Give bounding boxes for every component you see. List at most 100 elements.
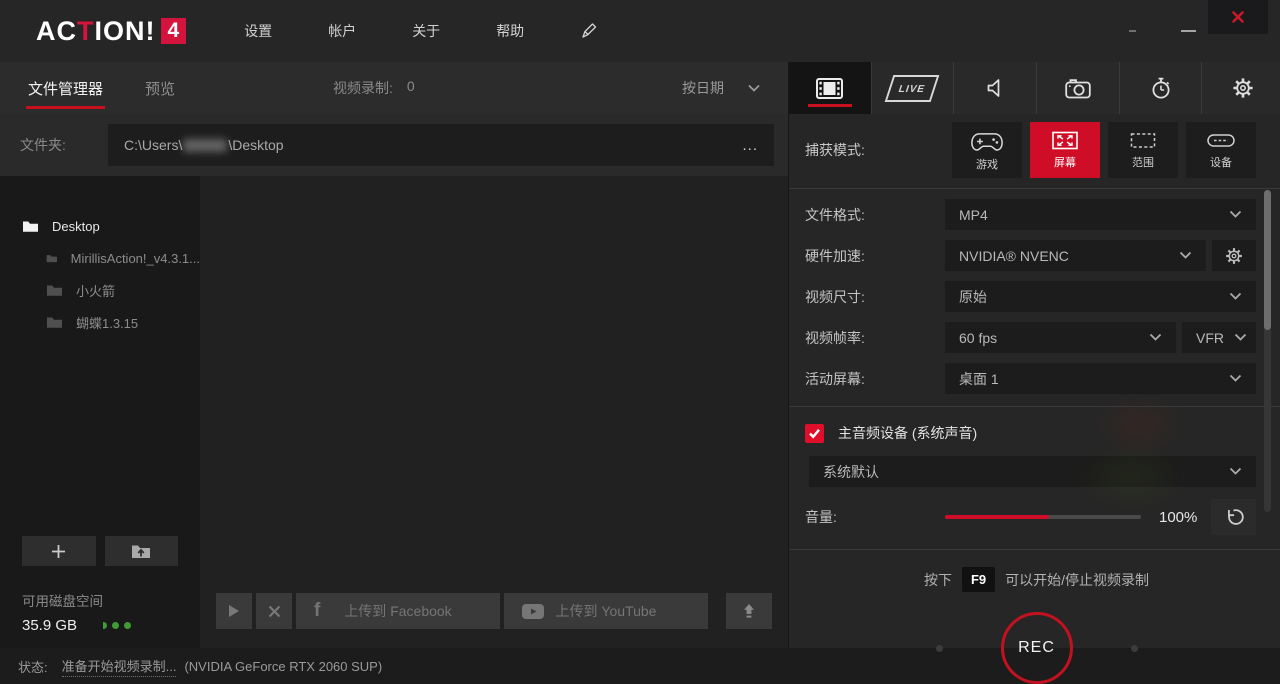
play-button[interactable]	[216, 593, 252, 629]
capture-mode-device[interactable]: 设备	[1186, 122, 1256, 178]
logo-text: ACTION!	[36, 16, 156, 47]
menu-help[interactable]: 帮助	[496, 21, 524, 41]
file-format-select[interactable]: MP4	[945, 199, 1256, 230]
volume-reset-button[interactable]	[1211, 499, 1256, 535]
tree-item[interactable]: MirillisAction!_v4.3.1...	[0, 242, 200, 274]
capture-mode-game[interactable]: 游戏	[952, 122, 1022, 178]
region-icon	[1128, 130, 1158, 151]
right-dot	[1131, 645, 1138, 652]
gear-icon	[1225, 247, 1243, 265]
tab-file-manager[interactable]: 文件管理器	[28, 78, 103, 99]
facebook-icon: f	[314, 600, 320, 622]
capture-mode-row: 捕获模式: 游戏 屏幕 范围	[789, 114, 1280, 189]
capture-mode-screen[interactable]: 屏幕	[1030, 122, 1100, 178]
primary-audio-label: 主音频设备 (系统声音)	[838, 423, 977, 443]
file-manager-panel: 文件管理器 预览 视频录制:0 按日期 文件夹: C:\Users\\Deskt…	[0, 62, 789, 648]
chevron-down-icon	[1229, 374, 1242, 383]
disk-space-label: 可用磁盘空间	[22, 590, 178, 610]
capture-mode-label: 捕获模式:	[805, 140, 865, 160]
chevron-down-icon	[1149, 333, 1162, 342]
tab-preview[interactable]: 预览	[145, 78, 175, 99]
tab-settings[interactable]	[1202, 62, 1280, 114]
folder-label: 文件夹:	[20, 135, 108, 155]
hotkey-hint: 按下 F9 可以开始/停止视频录制	[789, 567, 1280, 592]
status-gpu: (NVIDIA GeForce RTX 2060 SUP)	[184, 659, 382, 674]
window-controls	[1129, 0, 1280, 62]
upload-facebook-button[interactable]: f 上传到 Facebook	[296, 593, 500, 629]
tree-footer: 可用磁盘空间 35.9 GB	[22, 536, 178, 634]
pen-icon[interactable]	[580, 22, 598, 40]
encoder-settings-button[interactable]	[1212, 240, 1256, 271]
setting-row-hw-acceleration: 硬件加速: NVIDIA® NVENC	[805, 240, 1256, 271]
camera-icon	[1065, 78, 1091, 99]
recordings-list-area: f 上传到 Facebook 上传到 YouTube	[200, 176, 788, 648]
primary-audio-checkbox[interactable]	[805, 424, 824, 443]
browse-folder-button[interactable]: ...	[742, 137, 758, 154]
recording-settings-panel: LIVE 捕获模式:	[789, 62, 1280, 648]
plus-icon	[50, 543, 67, 560]
tray-minimize-icon[interactable]	[1129, 30, 1136, 32]
chevron-down-icon	[1229, 292, 1242, 301]
capture-mode-region[interactable]: 范围	[1108, 122, 1178, 178]
folder-icon	[46, 252, 58, 265]
chevron-down-icon	[1234, 333, 1247, 342]
chevron-down-icon	[748, 84, 760, 92]
status-message: 准备开始视频录制...	[62, 656, 177, 677]
tree-item[interactable]: 蝴蝶1.3.15	[0, 306, 200, 338]
close-button[interactable]	[1208, 0, 1268, 34]
record-button[interactable]: REC	[1001, 612, 1073, 684]
hw-acceleration-select[interactable]: NVIDIA® NVENC	[945, 240, 1206, 271]
folder-icon	[46, 284, 63, 297]
export-upload-button[interactable]	[726, 593, 772, 629]
app-logo: ACTION! 4	[36, 16, 186, 47]
folder-tree: Desktop MirillisAction!_v4.3.1... 小火箭 蝴蝶…	[0, 176, 200, 648]
folder-path-row: 文件夹: C:\Users\\Desktop ...	[0, 114, 788, 176]
chevron-down-icon	[1229, 467, 1242, 476]
filmstrip-icon	[816, 78, 843, 99]
setting-row-active-screen: 活动屏幕: 桌面 1	[805, 363, 1256, 394]
video-size-select[interactable]: 原始	[945, 281, 1256, 312]
tab-screenshots[interactable]	[1037, 62, 1120, 114]
framerate-select[interactable]: 60 fps	[945, 322, 1176, 353]
tab-benchmark[interactable]	[1120, 62, 1203, 114]
tree-item[interactable]: 小火箭	[0, 274, 200, 306]
tab-live-streaming[interactable]: LIVE	[872, 62, 955, 114]
tab-video-recording[interactable]	[789, 62, 872, 114]
upload-arrow-icon	[741, 603, 757, 619]
upload-youtube-button[interactable]: 上传到 YouTube	[504, 593, 708, 629]
chevron-down-icon	[1179, 251, 1192, 260]
volume-value: 100%	[1159, 509, 1211, 526]
scrollbar-thumb[interactable]	[1264, 190, 1271, 330]
reset-icon	[1223, 507, 1244, 528]
menu-about[interactable]: 关于	[412, 21, 440, 41]
setting-row-video-size: 视频尺寸: 原始	[805, 281, 1256, 312]
x-icon	[268, 605, 281, 618]
f9-keycap: F9	[962, 567, 995, 592]
vfr-select[interactable]: VFR	[1182, 322, 1256, 353]
sort-by-date-dropdown[interactable]: 按日期	[682, 78, 760, 98]
tab-audio-recording[interactable]	[954, 62, 1037, 114]
folder-path-input[interactable]: C:\Users\\Desktop ...	[108, 124, 774, 166]
file-manager-header: 文件管理器 预览 视频录制:0 按日期	[0, 62, 788, 114]
delete-button[interactable]	[256, 593, 292, 629]
tree-item-desktop[interactable]: Desktop	[0, 210, 200, 242]
audio-device-select[interactable]: 系统默认	[809, 456, 1256, 487]
speaker-icon	[985, 78, 1005, 98]
setting-row-file-format: 文件格式: MP4	[805, 199, 1256, 230]
setting-row-framerate: 视频帧率: 60 fps VFR	[805, 322, 1256, 353]
import-folder-button[interactable]	[105, 536, 179, 566]
titlebar: ACTION! 4 设置 帐户 关于 帮助	[0, 0, 1280, 62]
gear-icon	[1232, 77, 1254, 99]
file-manager-body: Desktop MirillisAction!_v4.3.1... 小火箭 蝴蝶…	[0, 176, 788, 648]
minimize-button[interactable]	[1181, 30, 1196, 32]
main-area: 文件管理器 预览 视频录制:0 按日期 文件夹: C:\Users\\Deskt…	[0, 62, 1280, 648]
settings-scrollbar[interactable]	[1264, 190, 1271, 512]
menu-account[interactable]: 帐户	[328, 21, 356, 41]
menu-settings[interactable]: 设置	[244, 21, 272, 41]
status-label: 状态:	[18, 657, 48, 676]
add-folder-button[interactable]	[22, 536, 96, 566]
volume-slider[interactable]	[945, 515, 1141, 519]
recordings-toolbar: f 上传到 Facebook 上传到 YouTube	[216, 593, 772, 629]
active-screen-select[interactable]: 桌面 1	[945, 363, 1256, 394]
device-icon	[1206, 130, 1236, 151]
